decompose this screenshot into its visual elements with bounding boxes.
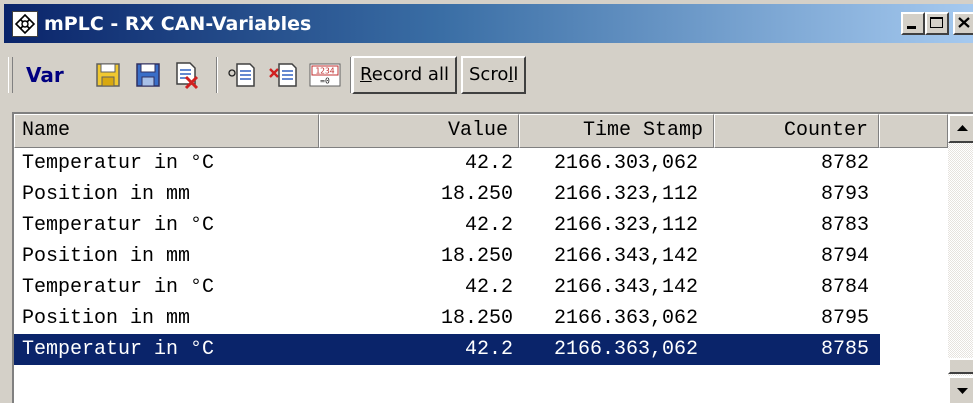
cell-value: 18.250 [440, 307, 513, 330]
save-icon[interactable] [132, 59, 164, 91]
reset-counter-icon[interactable]: 1234 =0 [308, 59, 341, 91]
cell-time-stamp: 2166.303,062 [554, 152, 699, 175]
cell-counter: 8782 [820, 152, 869, 175]
clear-doc-icon[interactable] [268, 59, 300, 91]
cell-counter: 8783 [820, 214, 869, 237]
cell-value: 18.250 [440, 183, 513, 206]
table-row[interactable]: Temperatur in °C 42.2 2166.323,112 8783 [14, 210, 944, 241]
add-doc-icon[interactable] [226, 59, 258, 91]
scroll-up-button[interactable] [948, 114, 973, 143]
table-row[interactable]: Temperatur in °C 42.2 2166.303,062 8782 [14, 148, 944, 179]
toolbar-separator [216, 57, 218, 93]
scroll-button[interactable]: Scroll [461, 56, 527, 94]
svg-text:=0: =0 [320, 77, 330, 86]
cell-time-stamp: 2166.363,062 [554, 338, 699, 361]
cell-time-stamp: 2166.323,112 [554, 214, 699, 237]
app-icon[interactable] [12, 11, 38, 37]
cell-time-stamp: 2166.343,142 [554, 245, 699, 268]
close-button[interactable] [953, 12, 973, 35]
column-header-filler [879, 114, 948, 148]
table-body: Temperatur in °C 42.2 2166.303,062 8782 … [14, 148, 944, 365]
rx-can-variables-window: mPLC - RX CAN-Variables Var 1234 =0 Reco… [0, 0, 973, 403]
cell-time-stamp: 2166.363,062 [554, 307, 699, 330]
scroll-thumb[interactable] [948, 358, 973, 374]
cell-time-stamp: 2166.343,142 [554, 276, 699, 299]
cell-value: 42.2 [464, 214, 513, 237]
cell-value: 42.2 [464, 152, 513, 175]
toolbar: Var 1234 =0 Record all Scroll [4, 43, 973, 107]
vertical-scrollbar[interactable] [948, 114, 973, 403]
var-button[interactable]: Var [22, 57, 68, 93]
table-row[interactable]: Position in mm 18.250 2166.323,112 8793 [14, 179, 944, 210]
open-yellow-icon[interactable] [92, 59, 124, 91]
maximize-button[interactable] [925, 12, 949, 35]
scroll-down-button[interactable] [948, 376, 973, 403]
svg-text:1234: 1234 [315, 67, 334, 76]
title-bar[interactable]: mPLC - RX CAN-Variables [4, 4, 973, 43]
column-header-time-stamp[interactable]: Time Stamp [519, 114, 714, 148]
cell-time-stamp: 2166.323,112 [554, 183, 699, 206]
cell-counter: 8794 [820, 245, 869, 268]
column-header-counter[interactable]: Counter [714, 114, 879, 148]
variables-table[interactable]: Name Value Time Stamp Counter Temperatur… [12, 112, 973, 403]
cell-value: 42.2 [464, 276, 513, 299]
cell-value: 42.2 [464, 338, 513, 361]
cell-counter: 8793 [820, 183, 869, 206]
cell-value: 18.250 [440, 245, 513, 268]
cell-counter: 8784 [820, 276, 869, 299]
column-header-value[interactable]: Value [319, 114, 519, 148]
table-row[interactable]: Position in mm 18.250 2166.363,062 8795 [14, 303, 944, 334]
table-row[interactable]: Position in mm 18.250 2166.343,142 8794 [14, 241, 944, 272]
column-header-name[interactable]: Name [14, 114, 319, 148]
toolbar-grip[interactable] [8, 57, 13, 93]
cell-counter: 8795 [820, 307, 869, 330]
window-title: mPLC - RX CAN-Variables [44, 13, 312, 35]
cell-counter: 8785 [820, 338, 869, 361]
minimize-button[interactable] [901, 12, 925, 35]
table-row[interactable]: Temperatur in °C 42.2 2166.343,142 8784 [14, 272, 944, 303]
table-row-selected[interactable]: Temperatur in °C 42.2 2166.363,062 8785 [14, 334, 880, 365]
delete-doc-icon[interactable] [171, 59, 203, 91]
record-all-button[interactable]: Record all [352, 56, 457, 94]
